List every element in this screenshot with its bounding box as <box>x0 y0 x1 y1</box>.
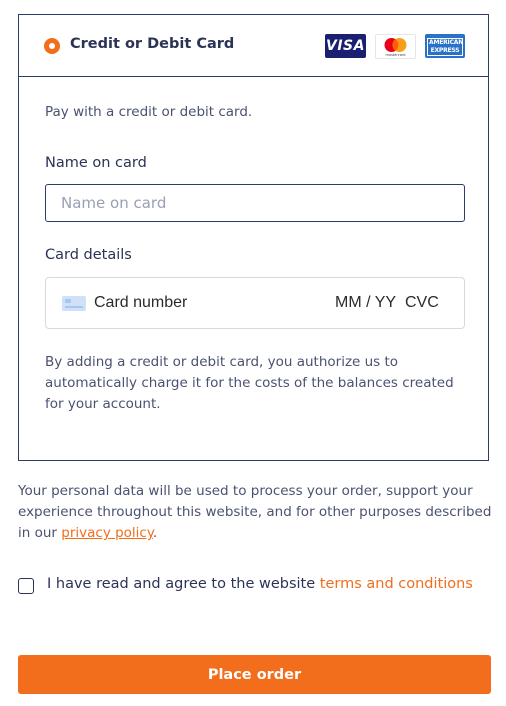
payment-description: Pay with a credit or debit card. <box>45 104 253 120</box>
amex-logo-line2: EXPRESS <box>430 47 460 54</box>
amex-logo-line1: AMERICAN <box>429 39 464 46</box>
privacy-policy-link[interactable]: privacy policy <box>61 525 153 541</box>
name-on-card-label: Name on card <box>45 155 147 171</box>
card-details-label: Card details <box>45 247 132 263</box>
card-cvc-input[interactable]: CVC <box>405 294 439 312</box>
credit-card-icon <box>62 296 86 311</box>
payment-method-panel: Credit or Debit Card VISA mastercard AME… <box>18 14 489 461</box>
visa-logo: VISA <box>325 34 366 58</box>
authorization-notice: By adding a credit or debit card, you au… <box>45 354 454 412</box>
payment-method-radio[interactable] <box>44 38 60 54</box>
terms-and-conditions-link[interactable]: terms and conditions <box>320 576 473 592</box>
card-expiry-input[interactable]: MM / YY <box>335 294 396 312</box>
privacy-notice: Your personal data will be used to proce… <box>18 481 498 544</box>
mastercard-logo: mastercard <box>375 34 416 59</box>
terms-agreement-text: I have read and agree to the website <box>47 576 320 592</box>
terms-agreement: I have read and agree to the website ter… <box>18 574 488 595</box>
payment-method-header[interactable]: Credit or Debit Card VISA mastercard AME… <box>19 15 488 77</box>
amex-logo: AMERICAN EXPRESS <box>425 34 465 58</box>
name-on-card-input[interactable] <box>45 184 465 222</box>
payment-method-label: Credit or Debit Card <box>70 36 235 52</box>
card-details-field[interactable]: Card number MM / YY CVC <box>45 277 465 329</box>
mastercard-logo-caption: mastercard <box>385 53 406 57</box>
place-order-button[interactable]: Place order <box>18 655 491 694</box>
card-number-input[interactable]: Card number <box>94 294 187 312</box>
privacy-notice-end: . <box>152 525 158 541</box>
